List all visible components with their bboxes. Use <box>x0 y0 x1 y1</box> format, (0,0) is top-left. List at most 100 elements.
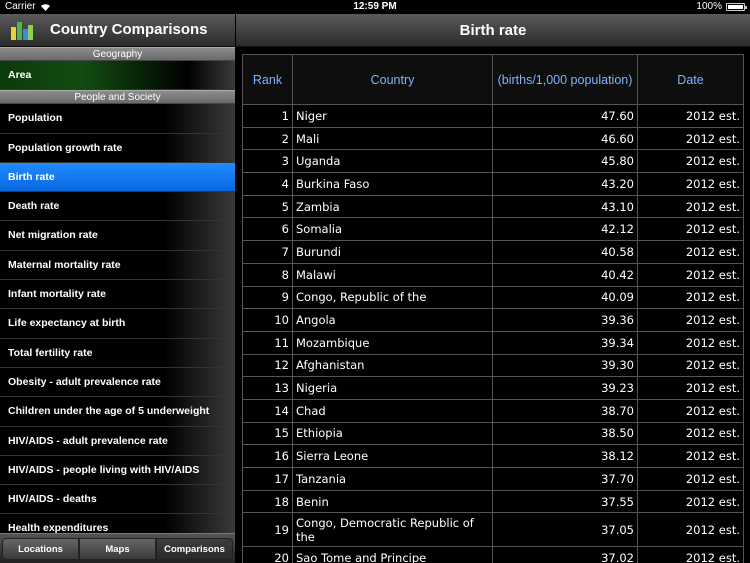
sidebar-item-life-expectancy[interactable]: Life expectancy at birth <box>0 309 235 339</box>
cell-date: 2012 est. <box>637 149 744 174</box>
table-row[interactable]: 19 Congo, Democratic Republic of the 37.05… <box>242 512 744 548</box>
table-row[interactable]: 16 Sierra Leone 38.12 2012 est. <box>242 444 744 468</box>
table-row[interactable]: 2 Mali 46.60 2012 est. <box>242 126 744 151</box>
ranking-table-container[interactable]: Rank Country (births/1,000 population) D… <box>242 54 744 563</box>
sidebar-item-population-growth-rate[interactable]: Population growth rate <box>0 133 235 163</box>
cell-value: 40.58 <box>492 240 638 264</box>
sidebar-item-health-expenditures[interactable]: Health expenditures <box>0 514 235 533</box>
table-row[interactable]: 17 Tanzania 37.70 2012 est. <box>242 467 744 491</box>
table-row[interactable]: 5 Zambia 43.10 2012 est. <box>242 194 744 219</box>
cell-date: 2012 est. <box>637 172 744 196</box>
cell-country: Zambia <box>292 194 493 219</box>
table-header-row: Rank Country (births/1,000 population) D… <box>242 54 744 105</box>
table-row[interactable]: 4 Burkina Faso 43.20 2012 est. <box>242 172 744 196</box>
cell-date: 2012 est. <box>637 285 744 310</box>
cell-country: Nigeria <box>292 376 493 400</box>
column-header-rank[interactable]: Rank <box>242 54 293 105</box>
table-row[interactable]: 15 Ethiopia 38.50 2012 est. <box>242 421 744 446</box>
tab-comparisons[interactable]: Comparisons <box>156 538 233 560</box>
cell-date: 2012 est. <box>637 262 744 287</box>
table-row[interactable]: 20 Sao Tome and Principe 37.02 2012 est. <box>242 546 744 563</box>
sidebar-item-infant-mortality-rate[interactable]: Infant mortality rate <box>0 280 235 310</box>
cell-rank: 12 <box>242 353 293 378</box>
cell-rank: 16 <box>242 444 293 468</box>
cell-value: 37.55 <box>492 489 638 514</box>
cell-date: 2012 est. <box>637 126 744 151</box>
tab-maps[interactable]: Maps <box>79 538 156 560</box>
sidebar-item-hiv-deaths[interactable]: HIV/AIDS - deaths <box>0 485 235 515</box>
cell-country: Uganda <box>292 149 493 174</box>
cell-rank: 4 <box>242 172 293 196</box>
cell-rank: 6 <box>242 217 293 242</box>
table-row[interactable]: 13 Nigeria 39.23 2012 est. <box>242 376 744 400</box>
cell-value: 37.70 <box>492 467 638 491</box>
sidebar-item-maternal-mortality-rate[interactable]: Maternal mortality rate <box>0 250 235 281</box>
cell-date: 2012 est. <box>637 240 744 264</box>
cell-country: Sierra Leone <box>292 444 493 468</box>
cell-country: Mali <box>292 126 493 151</box>
bottom-tab-bar: Locations Maps Comparisons <box>0 533 235 563</box>
cell-value: 38.70 <box>492 398 638 423</box>
cell-country: Burundi <box>292 240 493 264</box>
sidebar-item-death-rate[interactable]: Death rate <box>0 192 235 222</box>
sidebar-item-obesity[interactable]: Obesity - adult prevalence rate <box>0 367 235 398</box>
cell-country: Angola <box>292 308 493 332</box>
sidebar-item-net-migration-rate[interactable]: Net migration rate <box>0 221 235 251</box>
table-row[interactable]: 3 Uganda 45.80 2012 est. <box>242 149 744 174</box>
cell-rank: 11 <box>242 330 293 355</box>
sidebar-item-hiv-adult-prevalence[interactable]: HIV/AIDS - adult prevalence rate <box>0 426 235 456</box>
cell-country: Malawi <box>292 262 493 287</box>
comparison-list[interactable]: Geography Area People and Society Popula… <box>0 47 235 533</box>
cell-country: Somalia <box>292 217 493 242</box>
cell-country: Burkina Faso <box>292 172 493 196</box>
cell-date: 2012 est. <box>637 421 744 446</box>
sidebar-item-children-underweight[interactable]: Children under the age of 5 underweight <box>0 397 235 427</box>
cell-date: 2012 est. <box>637 489 744 514</box>
cell-value: 37.02 <box>492 546 638 563</box>
column-header-date[interactable]: Date <box>637 54 744 105</box>
column-header-value[interactable]: (births/1,000 population) <box>492 54 638 105</box>
cell-country: Sao Tome and Principe <box>292 546 493 563</box>
table-row[interactable]: 10 Angola 39.36 2012 est. <box>242 308 744 332</box>
table-row[interactable]: 14 Chad 38.70 2012 est. <box>242 398 744 423</box>
cell-value: 40.09 <box>492 285 638 310</box>
table-row[interactable]: 8 Malawi 40.42 2012 est. <box>242 262 744 287</box>
cell-value: 39.23 <box>492 376 638 400</box>
cell-country: Congo, Republic of the <box>292 285 493 310</box>
table-row[interactable]: 12 Afghanistan 39.30 2012 est. <box>242 353 744 378</box>
cell-rank: 1 <box>242 104 293 128</box>
sidebar-item-birth-rate[interactable]: Birth rate <box>0 162 235 193</box>
cell-country: Congo, Democratic Republic of the <box>292 512 493 548</box>
cell-value: 42.12 <box>492 217 638 242</box>
table-row[interactable]: 9 Congo, Republic of the 40.09 2012 est. <box>242 285 744 310</box>
section-header-people-and-society: People and Society <box>0 90 235 105</box>
cell-rank: 14 <box>242 398 293 423</box>
table-row[interactable]: 18 Benin 37.55 2012 est. <box>242 489 744 514</box>
table-row[interactable]: 11 Mozambique 39.34 2012 est. <box>242 330 744 355</box>
table-row[interactable]: 7 Burundi 40.58 2012 est. <box>242 240 744 264</box>
column-header-country[interactable]: Country <box>292 54 493 105</box>
cell-value: 43.20 <box>492 172 638 196</box>
cell-rank: 18 <box>242 489 293 514</box>
sidebar-item-population[interactable]: Population <box>0 104 235 134</box>
cell-value: 40.42 <box>492 262 638 287</box>
cell-value: 45.80 <box>492 149 638 174</box>
cell-country: Tanzania <box>292 467 493 491</box>
table-row[interactable]: 1 Niger 47.60 2012 est. <box>242 104 744 128</box>
table-row[interactable]: 6 Somalia 42.12 2012 est. <box>242 217 744 242</box>
main-panel: Birth rate Rank Country (births/1,000 po… <box>236 14 750 563</box>
tab-locations[interactable]: Locations <box>2 538 79 560</box>
sidebar-title: Country Comparisons <box>50 21 208 38</box>
battery-percent: 100% <box>696 1 722 12</box>
cell-date: 2012 est. <box>637 444 744 468</box>
sidebar-item-hiv-people-living[interactable]: HIV/AIDS - people living with HIV/AIDS <box>0 455 235 486</box>
status-bar: Carrier 12:59 PM 100% <box>0 0 750 14</box>
sidebar-item-area[interactable]: Area <box>0 61 235 91</box>
cell-date: 2012 est. <box>637 467 744 491</box>
cell-rank: 2 <box>242 126 293 151</box>
cell-value: 39.36 <box>492 308 638 332</box>
cell-value: 37.05 <box>492 512 638 548</box>
cell-date: 2012 est. <box>637 376 744 400</box>
cell-date: 2012 est. <box>637 353 744 378</box>
sidebar-item-total-fertility-rate[interactable]: Total fertility rate <box>0 338 235 368</box>
